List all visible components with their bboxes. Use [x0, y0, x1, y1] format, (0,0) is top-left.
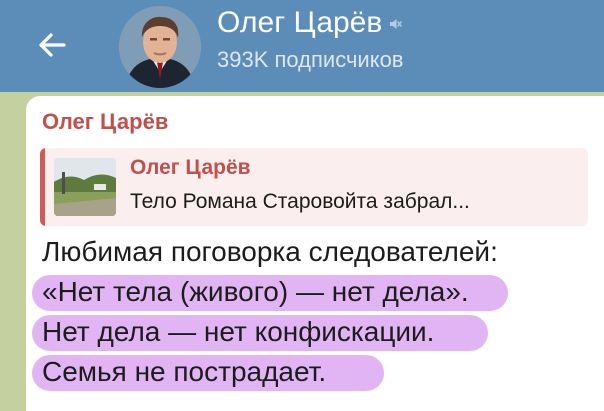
reply-preview[interactable]: Олег Царёв Тело Романа Старовойта забрал…: [40, 148, 588, 226]
chat-header: Олег Царёв 393K подписчиков: [0, 0, 604, 92]
message-line-highlighted: Семья не пострадает.: [32, 352, 598, 392]
reply-thumbnail: [54, 158, 116, 216]
message-line: Любимая поговорка следователей:: [42, 236, 498, 267]
subscriber-count: 393K подписчиков: [217, 47, 404, 72]
channel-title-text: Олег Царёв: [217, 6, 383, 39]
message-bubble[interactable]: Олег Царёв Олег Царёв Тело Романа Старов…: [26, 96, 604, 411]
channel-avatar[interactable]: [119, 6, 201, 88]
message-line-highlighted: «Нет тела (живого) — нет дела».: [32, 272, 598, 312]
reply-snippet: Тело Романа Старовойта забрал...: [130, 190, 470, 213]
channel-title[interactable]: Олег Царёв: [217, 3, 403, 43]
message-line-highlighted: Нет дела — нет конфискации.: [32, 312, 598, 352]
message-sender[interactable]: Олег Царёв: [42, 108, 168, 136]
mute-icon: [390, 19, 403, 30]
reply-author: Олег Царёв: [130, 156, 251, 179]
message-text: Любимая поговорка следователей: «Нет тел…: [32, 232, 598, 392]
back-arrow-icon[interactable]: [34, 26, 72, 64]
reply-accent-bar: [40, 148, 45, 226]
